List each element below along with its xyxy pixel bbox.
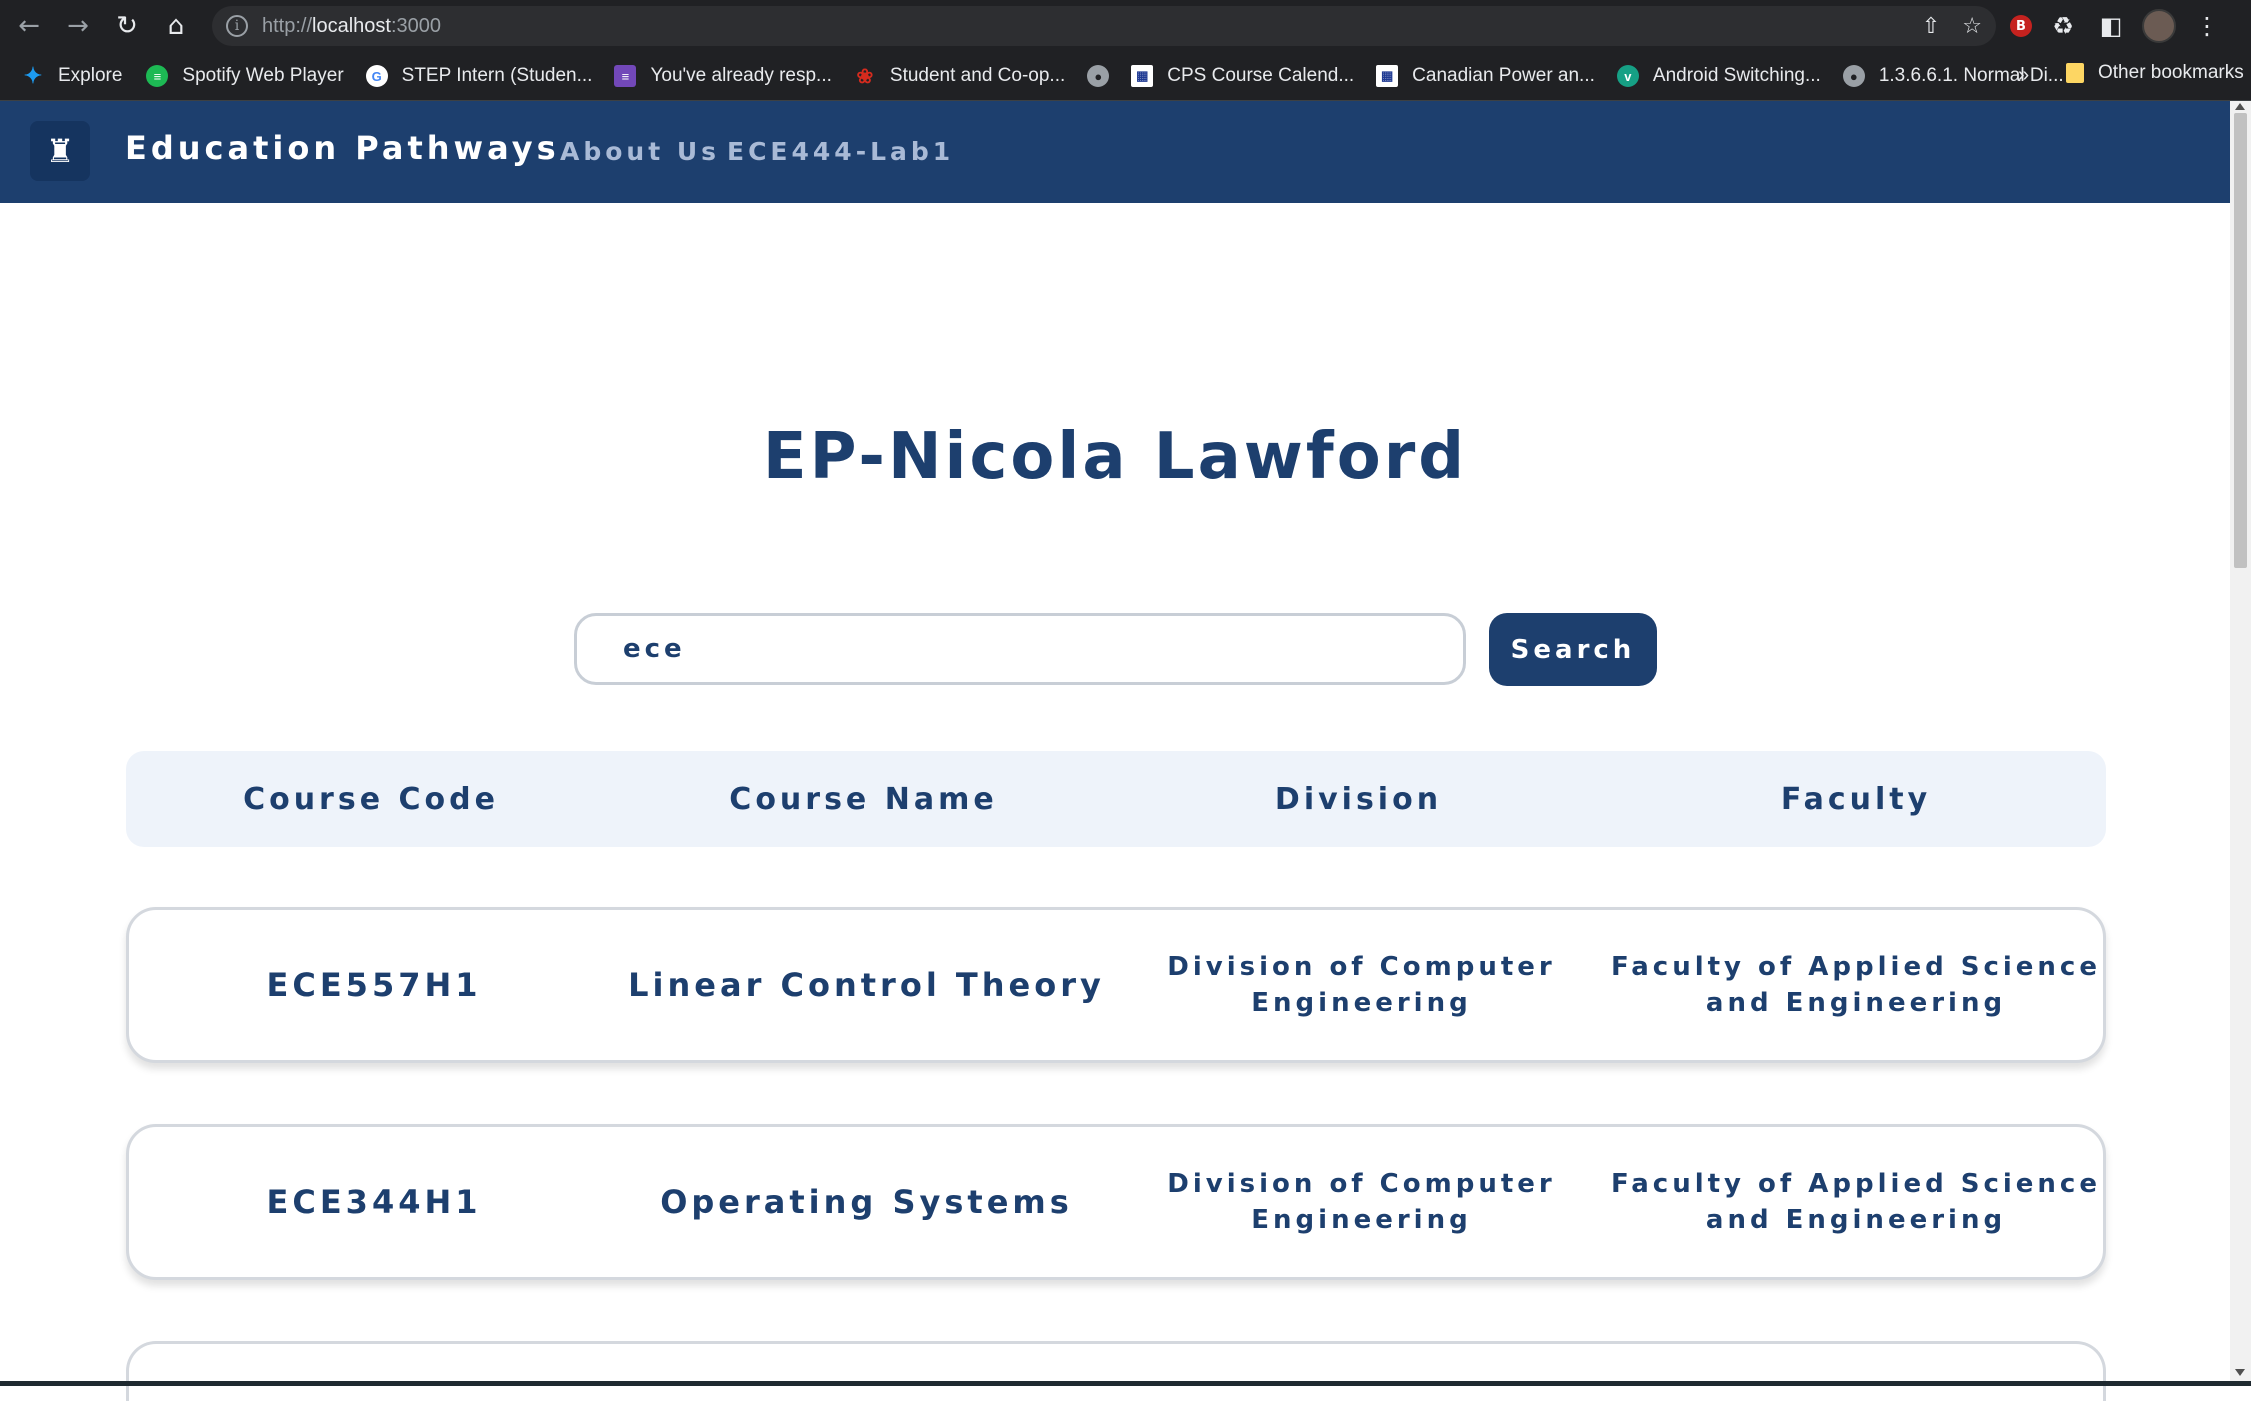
bookmark-student-coop[interactable]: ❀ Student and Co-op...	[854, 65, 1066, 88]
back-arrow-icon[interactable]: ←	[9, 6, 49, 46]
bookmarks-overflow-button[interactable]: »	[2018, 64, 2029, 87]
course-row[interactable]: ECE557H1 Linear Control Theory Division …	[126, 907, 2106, 1063]
university-crest-logo[interactable]: ♜	[30, 121, 90, 181]
division-line: Engineering	[1251, 1205, 1472, 1235]
course-row[interactable]: ECE344H1 Operating Systems Division of C…	[126, 1124, 2106, 1280]
bookmark-explore[interactable]: ✦ Explore	[22, 63, 123, 88]
course-name: Operating Systems	[660, 1183, 1073, 1221]
spotify-icon: ≡	[146, 65, 169, 87]
course-division: Division of Computer Engineering	[1114, 1127, 1609, 1277]
calendar-site-icon: ▦	[1131, 65, 1154, 87]
header-course-code: Course Code	[243, 781, 499, 817]
browser-toolbar: ← → ↻ ⌂ i http://localhost:3000 ⇧ ☆ B ♻ …	[0, 0, 2251, 52]
bookmark-label: You've already resp...	[650, 65, 832, 86]
faculty-line: Faculty of Applied Science	[1611, 952, 2101, 982]
bookmark-step-intern[interactable]: G STEP Intern (Studen...	[365, 65, 593, 87]
site-info-icon[interactable]: i	[226, 15, 248, 37]
nav-link-lab[interactable]: ECE444-Lab1	[727, 137, 954, 166]
course-faculty: Faculty of Applied Science and Engineeri…	[1609, 910, 2103, 1060]
globe-icon: ●	[1087, 65, 1110, 87]
bookmark-label: STEP Intern (Studen...	[401, 65, 593, 86]
course-code[interactable]: ECE557H1	[129, 910, 619, 1060]
other-bookmarks-folder[interactable]: Other bookmarks	[2066, 62, 2244, 84]
faculty-line: Faculty of Applied Science	[1611, 1169, 2101, 1199]
scrollbar-thumb[interactable]	[2234, 113, 2247, 568]
course-name: Linear Control Theory	[628, 966, 1105, 1004]
share-icon[interactable]: ⇧	[1922, 14, 1940, 39]
bookmark-star-icon[interactable]: ☆	[1962, 14, 1982, 39]
bookmark-forms[interactable]: ≡ You've already resp...	[614, 65, 832, 87]
page-scrollbar[interactable]	[2230, 101, 2251, 1386]
search-input[interactable]	[574, 613, 1466, 685]
bookmark-spotify[interactable]: ≡ Spotify Web Player	[146, 65, 344, 87]
url-host: localhost	[312, 14, 391, 37]
maple-leaf-icon: ❀	[856, 65, 874, 88]
nav-link-about-us[interactable]: About Us	[560, 137, 720, 166]
twitter-icon: ✦	[23, 63, 43, 88]
bookmark-android-switching[interactable]: v Android Switching...	[1616, 65, 1821, 87]
scroll-down-arrow-icon[interactable]	[2235, 1369, 2245, 1376]
forms-icon: ≡	[614, 65, 637, 87]
kebab-menu-icon[interactable]: ⋮	[2190, 9, 2224, 43]
header-faculty: Faculty	[1780, 781, 1932, 817]
bookmark-globe[interactable]: ●	[1087, 65, 1123, 87]
reload-icon[interactable]: ↻	[107, 6, 147, 46]
bookmark-label: Spotify Web Player	[182, 65, 344, 86]
bookmark-canadian-power[interactable]: ▦ Canadian Power an...	[1376, 65, 1595, 87]
forward-arrow-icon[interactable]: →	[58, 6, 98, 46]
bookmark-normal-di[interactable]: ● 1.3.6.6.1. Normal Di...	[1842, 65, 2064, 87]
window-bottom-edge	[0, 1381, 2251, 1386]
bookmark-label: Canadian Power an...	[1412, 65, 1595, 86]
division-line: Division of Computer	[1167, 1169, 1556, 1199]
course-code[interactable]	[129, 1344, 619, 1401]
bookmark-label: 1.3.6.6.1. Normal Di...	[1878, 65, 2064, 86]
division-line: Division of Computer	[1167, 952, 1556, 982]
folder-icon	[2066, 63, 2084, 83]
home-icon[interactable]: ⌂	[156, 6, 196, 46]
extensions-puzzle-icon[interactable]: ♻	[2046, 9, 2080, 43]
globe-icon: ●	[1842, 65, 1865, 87]
results-table-header: Course Code Course Name Division Faculty	[126, 751, 2106, 847]
vimeo-icon: v	[1616, 65, 1639, 87]
url-scheme: http://	[262, 14, 313, 37]
course-division: Division of Computer Engineering	[1114, 910, 1609, 1060]
url-port: :3000	[390, 14, 442, 37]
side-panel-icon[interactable]: ◧	[2094, 9, 2128, 43]
bookmark-label: Student and Co-op...	[889, 65, 1066, 86]
bookmark-label: CPS Course Calend...	[1167, 65, 1355, 86]
course-row[interactable]	[126, 1341, 2106, 1401]
faculty-line: and Engineering	[1705, 988, 2007, 1018]
page-title: EP-Nicola Lawford	[762, 420, 1468, 494]
bookmarks-bar: ✦ Explore ≡ Spotify Web Player G STEP In…	[0, 52, 2251, 101]
bookmark-label: Explore	[58, 65, 123, 86]
faculty-line: and Engineering	[1705, 1205, 2007, 1235]
google-icon: G	[365, 65, 388, 87]
scroll-up-arrow-icon[interactable]	[2235, 103, 2245, 110]
division-line: Engineering	[1251, 988, 1472, 1018]
address-bar[interactable]: i http://localhost:3000 ⇧ ☆	[212, 6, 1996, 46]
profile-avatar[interactable]	[2142, 9, 2176, 43]
bookmark-label: Android Switching...	[1652, 65, 1821, 86]
bookmark-cps-calendar[interactable]: ▦ CPS Course Calend...	[1131, 65, 1354, 87]
extension-b-icon[interactable]: B	[2010, 15, 2032, 37]
other-bookmarks-label: Other bookmarks	[2098, 62, 2244, 83]
header-course-name: Course Name	[729, 781, 998, 817]
course-faculty: Faculty of Applied Science and Engineeri…	[1609, 1127, 2103, 1277]
header-division: Division	[1274, 781, 1443, 817]
brand-title[interactable]: Education Pathways	[125, 129, 560, 167]
search-button[interactable]: Search	[1489, 613, 1657, 686]
course-code[interactable]: ECE344H1	[129, 1127, 619, 1277]
calendar-site-icon: ▦	[1376, 65, 1399, 87]
site-navbar: ♜ Education Pathways About Us ECE444-Lab…	[0, 101, 2230, 203]
